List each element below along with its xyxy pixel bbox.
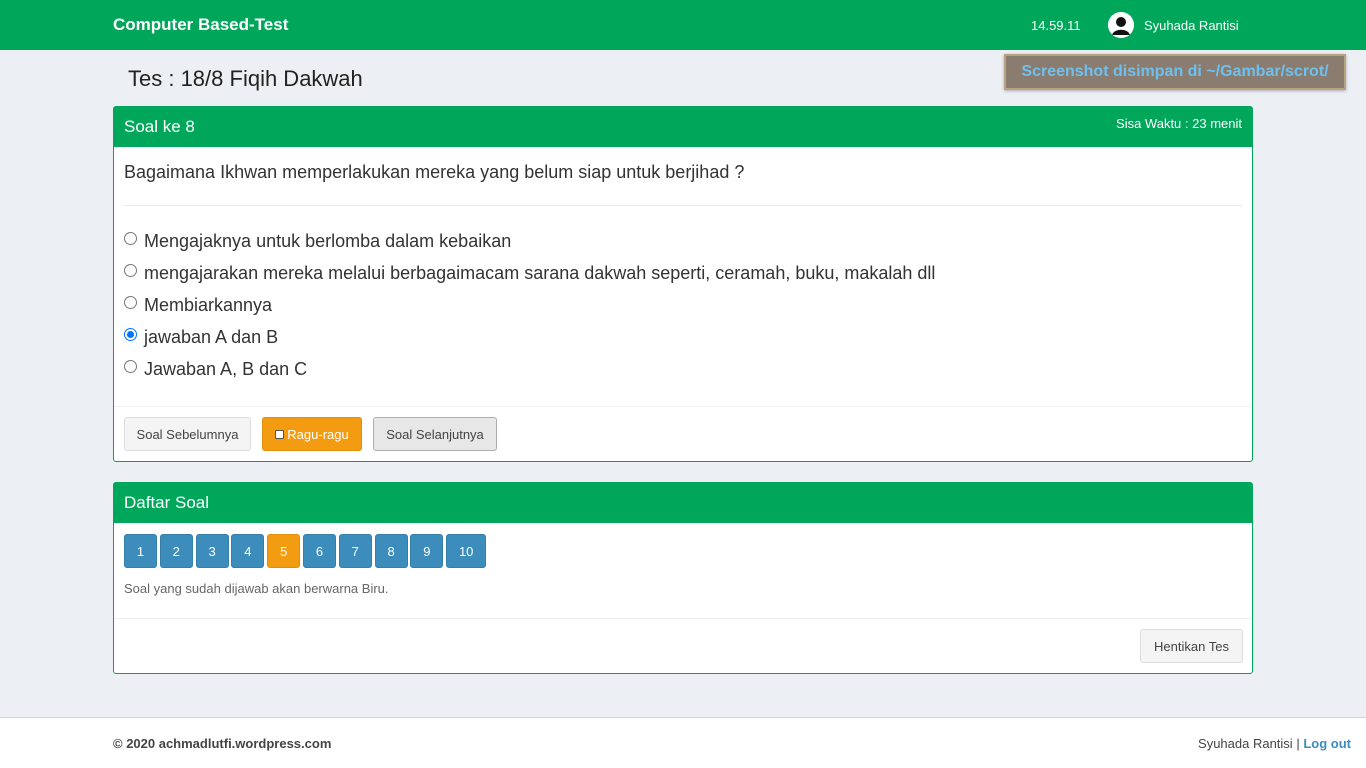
question-number-button[interactable]: 7 <box>338 534 372 568</box>
answer-option-label: Mengajaknya untuk berlomba dalam kebaika… <box>144 230 512 251</box>
radio-button-b[interactable] <box>124 263 137 277</box>
radio-button-a[interactable] <box>124 231 137 245</box>
answer-option-e[interactable]: Jawaban A, B dan C <box>124 353 935 385</box>
question-text: Bagaimana Ikhwan memperlakukan mereka ya… <box>124 162 745 182</box>
question-number-button[interactable]: 4 <box>231 534 265 568</box>
doubt-label: Ragu-ragu <box>287 426 349 442</box>
answered-hint: Soal yang sudah dijawab akan berwarna Bi… <box>124 581 389 596</box>
question-panel: Soal ke 8 Sisa Waktu : 23 menit Bagaiman… <box>113 106 1253 462</box>
app-brand[interactable]: Computer Based-Test <box>113 15 288 35</box>
stop-test-button[interactable]: Hentikan Tes <box>1140 629 1243 663</box>
question-list-panel: Daftar Soal 1 2 3 4 5 6 7 8 9 10 Soal ya… <box>113 482 1253 674</box>
answer-option-label: Jawaban A, B dan C <box>144 358 308 379</box>
radio-button-e[interactable] <box>124 359 137 373</box>
doubt-checkbox[interactable] <box>275 429 285 439</box>
page-footer: © 2020 achmadlutfi.wordpress.com Syuhada… <box>0 717 1366 768</box>
previous-question-button[interactable]: Soal Sebelumnya <box>124 417 251 451</box>
remaining-time: Sisa Waktu : 23 menit <box>1116 116 1242 131</box>
answer-options: Mengajaknya untuk berlomba dalam kebaika… <box>124 225 935 385</box>
question-number-button[interactable]: 5 <box>267 534 301 568</box>
user-name: Syuhada Rantisi <box>1144 17 1239 33</box>
radio-button-c[interactable] <box>124 295 137 309</box>
question-panel-header: Soal ke 8 Sisa Waktu : 23 menit <box>114 107 1252 147</box>
question-list-title: Daftar Soal <box>124 493 210 512</box>
user-menu[interactable]: Syuhada Rantisi <box>1108 12 1239 38</box>
copyright: © 2020 achmadlutfi.wordpress.com <box>113 736 332 751</box>
logout-link[interactable]: Log out <box>1303 736 1351 751</box>
question-number-button[interactable]: 10 <box>446 534 487 568</box>
clock: 14.59.11 <box>1031 18 1081 33</box>
divider <box>124 205 1242 206</box>
question-number-button[interactable]: 3 <box>195 534 229 568</box>
user-avatar-icon <box>1108 12 1134 38</box>
question-number-button[interactable]: 2 <box>159 534 193 568</box>
answer-option-label: mengajarakan mereka melalui berbagaimaca… <box>144 262 936 283</box>
page-title: Tes : 18/8 Fiqih Dakwah <box>128 66 363 91</box>
question-number-title: Soal ke 8 <box>124 117 195 136</box>
screenshot-notification: Screenshot disimpan di ~/Gambar/scrot/ <box>1004 54 1346 90</box>
question-number-button[interactable]: 9 <box>410 534 444 568</box>
question-number-button[interactable]: 1 <box>124 534 157 568</box>
answer-option-c[interactable]: Membiarkannya <box>124 289 935 321</box>
divider <box>114 618 1252 619</box>
answer-option-label: jawaban A dan B <box>144 326 279 347</box>
question-number-button[interactable]: 6 <box>302 534 336 568</box>
footer-user-info: Syuhada Rantisi | Log out <box>1198 736 1351 751</box>
answer-option-b[interactable]: mengajarakan mereka melalui berbagaimaca… <box>124 257 935 289</box>
question-number-button[interactable]: 8 <box>374 534 408 568</box>
footer-username: Syuhada Rantisi <box>1198 736 1293 751</box>
question-list-header: Daftar Soal <box>114 483 1252 523</box>
top-navbar: Computer Based-Test 14.59.11 Syuhada Ran… <box>0 0 1366 50</box>
answer-option-label: Membiarkannya <box>144 294 273 315</box>
answer-option-a[interactable]: Mengajaknya untuk berlomba dalam kebaika… <box>124 225 935 257</box>
radio-button-d[interactable] <box>124 327 137 341</box>
footer-separator: | <box>1296 736 1300 751</box>
next-question-button[interactable]: Soal Selanjutnya <box>373 417 497 451</box>
question-number-grid: 1 2 3 4 5 6 7 8 9 10 <box>124 534 489 568</box>
answer-option-d[interactable]: jawaban A dan B <box>124 321 935 353</box>
divider <box>114 406 1252 407</box>
doubt-button[interactable]: Ragu-ragu <box>262 417 362 451</box>
